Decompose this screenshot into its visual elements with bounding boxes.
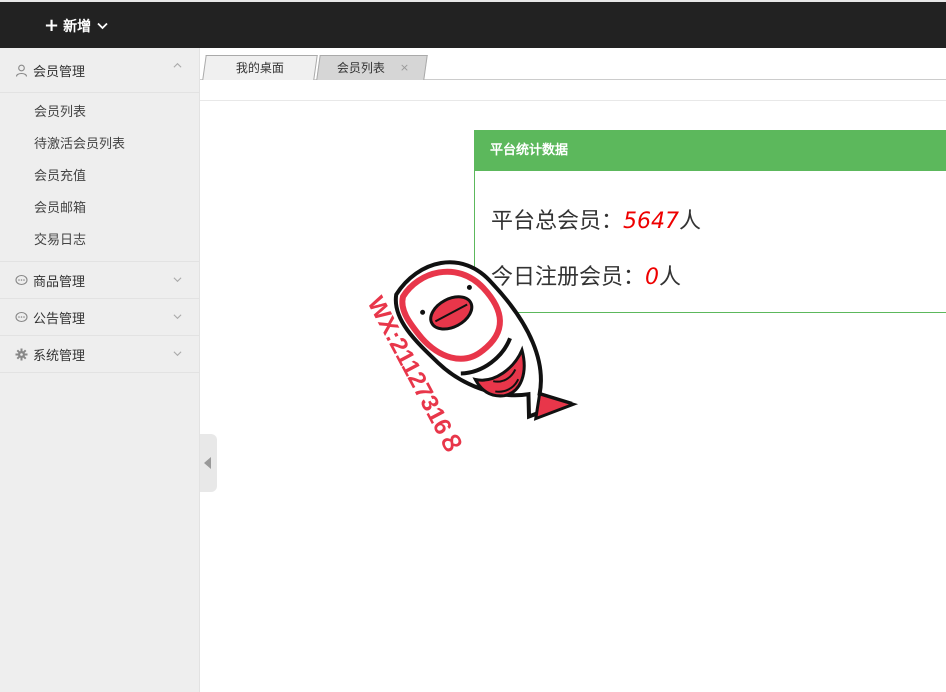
chevron-down-icon — [173, 351, 182, 357]
sidebar-group-label: 商品管理 — [33, 274, 86, 290]
fish-mascot-watermark: WX:21127316８ — [362, 260, 579, 460]
chevron-down-icon — [173, 277, 182, 283]
sidebar-group-products[interactable]: 商品管理 — [0, 262, 199, 299]
stats-panel-title: 平台统计数据 — [475, 131, 946, 171]
close-icon[interactable]: × — [400, 56, 409, 80]
add-new-button[interactable]: + 新增 — [44, 16, 108, 36]
chat-icon — [15, 311, 28, 324]
chevron-up-icon — [173, 62, 182, 68]
sidebar-group-announcements[interactable]: 公告管理 — [0, 299, 199, 336]
sidebar-group-system[interactable]: 系统管理 — [0, 336, 199, 373]
user-icon — [15, 64, 28, 77]
add-new-label: 新增 — [63, 19, 92, 35]
tab-label: 会员列表 — [336, 61, 385, 75]
chevron-down-icon — [173, 314, 182, 320]
chat-icon — [15, 274, 28, 287]
total-members-unit: 人 — [679, 209, 702, 234]
sidebar-group-label: 系统管理 — [33, 348, 86, 364]
sidebar-group-members[interactable]: 会员管理 — [0, 48, 199, 93]
tab-desktop[interactable]: 我的桌面 — [202, 55, 318, 80]
top-bar: + 新增 — [0, 0, 946, 48]
sidebar: 会员管理 会员列表 待激活会员列表 会员充值 会员邮箱 交易日志 商品管理 公告… — [0, 48, 200, 692]
chevron-down-icon — [97, 22, 108, 30]
tab-member-list[interactable]: 会员列表 × — [316, 55, 428, 80]
sidebar-item-member-email[interactable]: 会员邮箱 — [0, 193, 199, 225]
chevron-left-icon — [204, 457, 211, 469]
today-registrations-unit: 人 — [659, 265, 682, 290]
gear-icon — [15, 348, 28, 361]
tab-bar: 我的桌面 会员列表 × — [200, 48, 946, 80]
sidebar-item-member-list[interactable]: 会员列表 — [0, 97, 199, 129]
sidebar-group-label: 公告管理 — [33, 311, 86, 327]
total-members-stat: 平台总会员：5647人 — [491, 203, 701, 235]
plus-icon: + — [44, 15, 60, 36]
divider — [200, 100, 946, 101]
sidebar-item-trade-log[interactable]: 交易日志 — [0, 225, 199, 257]
total-members-value: 5647 — [623, 209, 680, 234]
total-members-label: 平台总会员： — [491, 209, 624, 234]
today-registrations-value: 0 — [645, 265, 660, 290]
sidebar-item-member-recharge[interactable]: 会员充值 — [0, 161, 199, 193]
sidebar-group-label: 会员管理 — [33, 64, 86, 80]
tab-label: 我的桌面 — [235, 61, 284, 75]
sidebar-item-pending-members[interactable]: 待激活会员列表 — [0, 129, 199, 161]
sidebar-submenu-members: 会员列表 待激活会员列表 会员充值 会员邮箱 交易日志 — [0, 93, 199, 262]
sidebar-collapse-handle[interactable] — [200, 434, 217, 492]
